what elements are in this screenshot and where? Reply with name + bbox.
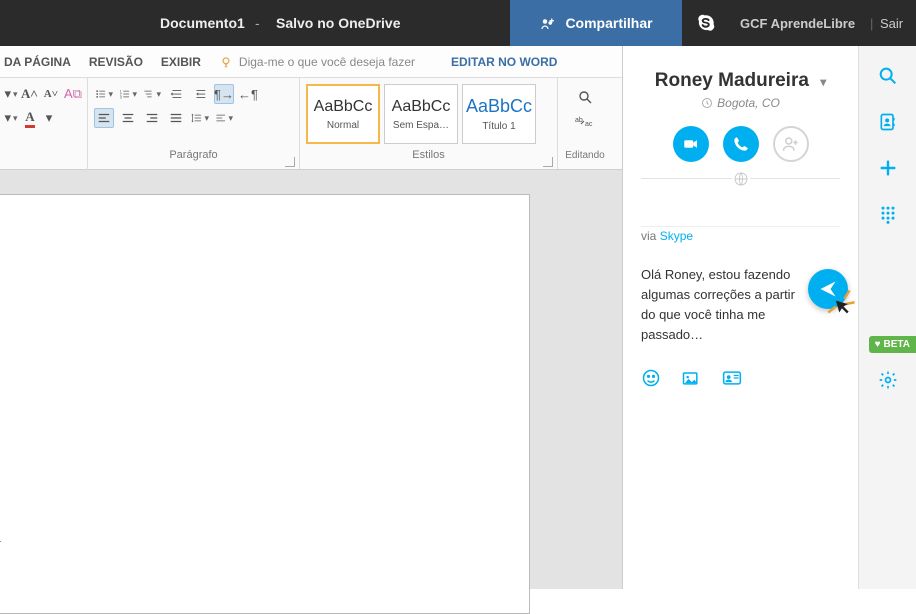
document-stage: gital 9 a infância idade	[0, 170, 622, 589]
shrink-font-button[interactable]: A˅	[43, 84, 59, 104]
rail-contacts-button[interactable]	[876, 110, 900, 134]
grow-font-button[interactable]: A˄	[20, 84, 39, 104]
find-button[interactable]	[573, 88, 597, 106]
tab-page-layout[interactable]: DA PÁGINA	[4, 55, 71, 69]
line-spacing-button[interactable]	[190, 108, 210, 128]
align-left-button[interactable]	[94, 108, 114, 128]
justify-button[interactable]	[166, 108, 186, 128]
contact-name[interactable]: Roney Madureira ▾	[623, 70, 858, 92]
contact-name-text: Roney Madureira	[655, 70, 809, 91]
chevron-down-icon: ▾	[820, 75, 826, 89]
click-burst-icon	[824, 287, 858, 321]
beta-text: BETA	[884, 339, 910, 350]
add-contact-button[interactable]	[773, 126, 809, 162]
style-name: Normal	[308, 120, 378, 131]
decrease-indent-button[interactable]	[166, 84, 186, 104]
document-page[interactable]: gital 9 a infância idade	[0, 194, 530, 614]
multilevel-list-button[interactable]	[142, 84, 162, 104]
globe-icon	[732, 170, 750, 188]
add-person-icon	[782, 135, 800, 153]
document-text-fragment: a infância	[0, 530, 1, 545]
increase-indent-button[interactable]	[190, 84, 210, 104]
numbering-button[interactable]: 123	[118, 84, 138, 104]
share-icon	[539, 14, 557, 32]
call-buttons-row	[623, 126, 858, 162]
rail-search-button[interactable]	[876, 64, 900, 88]
compose-toolbar	[641, 368, 840, 388]
paragraph-group-label: Parágrafo	[94, 149, 293, 163]
skype-right-rail: ♥ BETA	[858, 46, 916, 589]
ribbon-group-editing: abac Editando	[558, 78, 612, 169]
tab-view[interactable]: EXIBIR	[161, 55, 201, 69]
share-label: Compartilhar	[565, 15, 652, 31]
tell-me-placeholder: Diga-me o que você deseja fazer	[239, 55, 415, 69]
tell-me-search[interactable]: Diga-me o que você deseja fazer	[219, 55, 415, 69]
title-separator: -	[255, 15, 260, 31]
document-title: Documento1	[160, 15, 245, 31]
ltr-direction-button[interactable]: ¶→	[214, 84, 234, 104]
font-color-chevron[interactable]: ▾	[44, 108, 54, 128]
skype-link[interactable]: Skype	[660, 229, 693, 243]
contact-location-text: Bogota, CO	[717, 96, 780, 110]
phone-icon	[733, 136, 749, 152]
panel-separator	[641, 226, 840, 227]
beta-badge: ♥ BETA	[869, 336, 916, 353]
skype-button[interactable]	[682, 0, 730, 46]
rtl-direction-button[interactable]: ←¶	[238, 84, 258, 104]
emoji-button[interactable]	[641, 368, 661, 388]
font-size-dropdown[interactable]: ▾	[6, 84, 16, 104]
message-text[interactable]: Olá Roney, estou fazendo algumas correçõ…	[641, 265, 801, 346]
via-label: via Skype	[641, 229, 840, 243]
heart-icon: ♥	[875, 339, 881, 350]
clear-formatting-button[interactable]: A⧉	[63, 84, 83, 104]
message-composer: via Skype Olá Roney, estou fazendo algum…	[641, 229, 840, 346]
style-no-spacing[interactable]: AaBbCc Sem Espa…	[384, 84, 458, 144]
title-bar: Documento1 - Salvo no OneDrive Compartil…	[0, 0, 916, 46]
editing-group-label: Editando	[565, 150, 604, 163]
contact-card-button[interactable]	[721, 368, 741, 388]
style-sample: AaBbCc	[314, 98, 373, 116]
style-normal[interactable]: AaBbCc Normal	[306, 84, 380, 144]
style-heading1[interactable]: AaBbCc Título 1	[462, 84, 536, 144]
contact-location: Bogota, CO	[623, 96, 858, 110]
replace-button[interactable]: abac	[573, 112, 597, 130]
styles-group-label: Estilos	[306, 149, 551, 163]
ribbon-group-styles: AaBbCc Normal AaBbCc Sem Espa… AaBbCc Tí…	[300, 78, 558, 169]
ribbon-group-paragraph: 123 ¶→ ←¶	[88, 78, 300, 169]
rail-settings-button[interactable]	[876, 368, 900, 392]
paragraph-dialog-launcher[interactable]	[285, 157, 295, 167]
attach-image-button[interactable]	[681, 368, 701, 388]
misc-dropdown[interactable]: ▾	[6, 108, 16, 128]
align-right-button[interactable]	[142, 108, 162, 128]
svg-text:ac: ac	[585, 121, 593, 128]
audio-call-button[interactable]	[723, 126, 759, 162]
share-button[interactable]: Compartilhar	[510, 0, 682, 46]
svg-text:3: 3	[120, 95, 122, 99]
edit-in-word-link[interactable]: EDITAR NO WORD	[451, 55, 557, 69]
style-name: Sem Espa…	[385, 120, 457, 131]
video-icon	[682, 135, 700, 153]
styles-dialog-launcher[interactable]	[543, 157, 553, 167]
bullets-button[interactable]	[94, 84, 114, 104]
rail-dialpad-button[interactable]	[876, 202, 900, 226]
align-center-button[interactable]	[118, 108, 138, 128]
style-sample: AaBbCc	[466, 96, 532, 117]
font-color-button[interactable]: A	[20, 108, 40, 128]
brand-separator: |	[870, 16, 873, 31]
logout-link[interactable]: Sair	[880, 16, 903, 31]
style-sample: AaBbCc	[392, 98, 451, 116]
clock-icon	[701, 97, 713, 109]
lightbulb-icon	[219, 55, 233, 69]
special-indent-button[interactable]	[214, 108, 234, 128]
brand-label: GCF AprendeLibre	[740, 16, 855, 31]
rail-add-button[interactable]	[876, 156, 900, 180]
skype-chat-panel: Roney Madureira ▾ Bogota, CO via Skype O…	[622, 46, 858, 589]
video-call-button[interactable]	[673, 126, 709, 162]
panel-divider	[641, 178, 840, 179]
tab-review[interactable]: REVISÃO	[89, 55, 143, 69]
save-status: Salvo no OneDrive	[276, 15, 400, 31]
ribbon-group-font: ▾ A˄ A˅ A⧉ ▾ A ▾	[0, 78, 88, 170]
style-name: Título 1	[463, 121, 535, 132]
